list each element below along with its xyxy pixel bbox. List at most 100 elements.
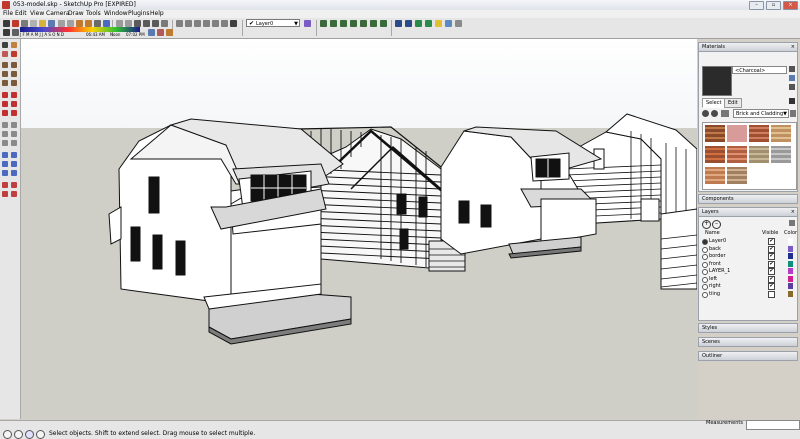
display-secondary-icon[interactable] — [789, 84, 795, 90]
zoom-extents-icon[interactable] — [152, 20, 159, 27]
delete-layer-icon[interactable]: – — [712, 220, 721, 229]
texture-brick-pink[interactable] — [727, 125, 747, 142]
material-library-dropdown[interactable]: Brick and Cladding ▼ — [733, 109, 789, 118]
component-icon[interactable] — [148, 29, 155, 36]
zoom-window-side-icon[interactable] — [11, 161, 17, 167]
rectangle-icon[interactable] — [2, 62, 8, 68]
layer-name[interactable]: LAYER_1 — [709, 268, 730, 275]
orbit-icon[interactable] — [116, 20, 123, 27]
materials-panel-header[interactable]: Materials × — [698, 42, 798, 52]
menu-edit[interactable]: Edit — [15, 10, 27, 18]
texture-brick-beige[interactable] — [727, 167, 747, 184]
layer-color-swatch[interactable] — [788, 275, 793, 282]
dimension-icon[interactable] — [11, 122, 17, 128]
texture-brick-common[interactable] — [727, 146, 747, 163]
paint-bucket-icon[interactable] — [157, 29, 164, 36]
paint-icon[interactable] — [2, 51, 8, 57]
back-view-icon[interactable] — [212, 20, 219, 27]
fog-icon[interactable] — [12, 29, 19, 36]
layer-row[interactable]: back ✔ — [702, 245, 797, 253]
move-icon[interactable] — [2, 92, 8, 98]
sandbox-drape-icon[interactable] — [350, 20, 357, 27]
layer-visible-checkbox[interactable]: ✔ — [768, 245, 775, 253]
model-info-icon[interactable] — [103, 20, 110, 27]
layer-color-swatch[interactable] — [788, 238, 793, 244]
texture-brick-rough[interactable] — [705, 146, 725, 163]
follow-me-icon[interactable] — [11, 101, 17, 107]
layer-row[interactable]: Layer0 ✔ — [702, 238, 797, 245]
outliner-panel-header[interactable]: Outliner — [698, 351, 798, 361]
tape-measure-icon[interactable] — [2, 122, 8, 128]
active-layer-radio[interactable] — [702, 246, 708, 253]
menu-plugins[interactable]: Plugins — [128, 10, 150, 18]
select-icon[interactable] — [2, 42, 8, 48]
menu-help[interactable]: Help — [150, 10, 164, 18]
menu-view[interactable]: View — [30, 10, 44, 18]
arc-icon[interactable] — [11, 71, 17, 77]
modeling-viewport[interactable] — [21, 39, 697, 420]
extension-icon[interactable] — [455, 20, 462, 27]
eraser-icon[interactable] — [12, 20, 19, 27]
layer-color-swatch[interactable] — [788, 253, 793, 259]
iso-view-icon[interactable] — [176, 20, 183, 27]
text-icon[interactable] — [11, 131, 17, 137]
layer-row[interactable]: LAYER_1 ✔ — [702, 268, 797, 275]
components-panel-header[interactable]: Components — [698, 194, 798, 204]
active-layer-radio[interactable] — [702, 261, 708, 268]
layer-color-swatch[interactable] — [788, 283, 793, 289]
active-layer-radio[interactable] — [702, 254, 708, 260]
layer-name[interactable]: front — [709, 261, 721, 268]
sandbox-smoove-icon[interactable] — [330, 20, 337, 27]
layer-color-swatch[interactable] — [788, 245, 793, 252]
texture-stone-block[interactable] — [749, 146, 769, 163]
layer-color-swatch[interactable] — [788, 290, 793, 297]
active-layer-radio[interactable] — [702, 239, 708, 245]
texture-brick-tan[interactable] — [771, 125, 791, 142]
get-models-icon[interactable] — [395, 20, 402, 27]
back-arrow-icon[interactable] — [702, 110, 709, 117]
erase-icon[interactable] — [11, 51, 17, 57]
toggle-terrain-icon[interactable] — [445, 20, 452, 27]
xray-icon[interactable] — [230, 20, 237, 27]
layer-details-icon[interactable] — [789, 220, 795, 226]
zoom-extents-side-icon[interactable] — [2, 170, 8, 176]
close-icon[interactable]: × — [791, 43, 795, 52]
sandbox-flip-icon[interactable] — [370, 20, 377, 27]
texture-cladding-gray[interactable] — [771, 146, 791, 163]
texture-brick-orange[interactable] — [705, 167, 725, 184]
left-view-icon[interactable] — [221, 20, 228, 27]
zoom-window-icon[interactable] — [143, 20, 150, 27]
google-earth-icon[interactable] — [415, 20, 422, 27]
layer-name[interactable]: tiing — [709, 291, 720, 298]
active-layer-radio[interactable] — [702, 276, 708, 283]
layer-name[interactable]: border — [709, 253, 726, 260]
layer-dropdown[interactable]: ✔ Layer0 ▼ — [246, 19, 300, 27]
save-icon[interactable] — [48, 20, 55, 27]
copy-icon[interactable] — [67, 20, 74, 27]
layer-visible-checkbox[interactable]: ✔ — [768, 260, 775, 268]
layer-name[interactable]: right — [709, 283, 721, 290]
cut-icon[interactable] — [58, 20, 65, 27]
zoom-side-icon[interactable] — [2, 161, 8, 167]
redo-icon[interactable] — [85, 20, 92, 27]
tab-select[interactable]: Select — [702, 98, 726, 108]
push-pull-icon[interactable] — [11, 92, 17, 98]
position-camera-icon[interactable] — [2, 182, 8, 188]
select-tool-icon[interactable] — [3, 20, 10, 27]
close-icon[interactable]: × — [791, 208, 795, 217]
3d-text-icon[interactable] — [11, 140, 17, 146]
top-view-icon[interactable] — [185, 20, 192, 27]
layer-visible-checkbox[interactable]: ✔ — [768, 283, 775, 290]
active-layer-radio[interactable] — [702, 291, 708, 298]
texture-brick-antique[interactable] — [705, 125, 725, 142]
sandbox-detail-icon[interactable] — [360, 20, 367, 27]
polygon-icon[interactable] — [2, 80, 8, 86]
print-icon[interactable] — [94, 20, 101, 27]
share-model-icon[interactable] — [405, 20, 412, 27]
maximize-button[interactable]: ▫ — [766, 1, 781, 10]
layer-row[interactable]: left ✔ — [702, 275, 797, 283]
home-icon[interactable] — [721, 110, 729, 117]
rotate-icon[interactable] — [2, 101, 8, 107]
layer-visible-checkbox[interactable]: ✔ — [768, 253, 775, 260]
section-plane-icon[interactable] — [320, 20, 327, 27]
